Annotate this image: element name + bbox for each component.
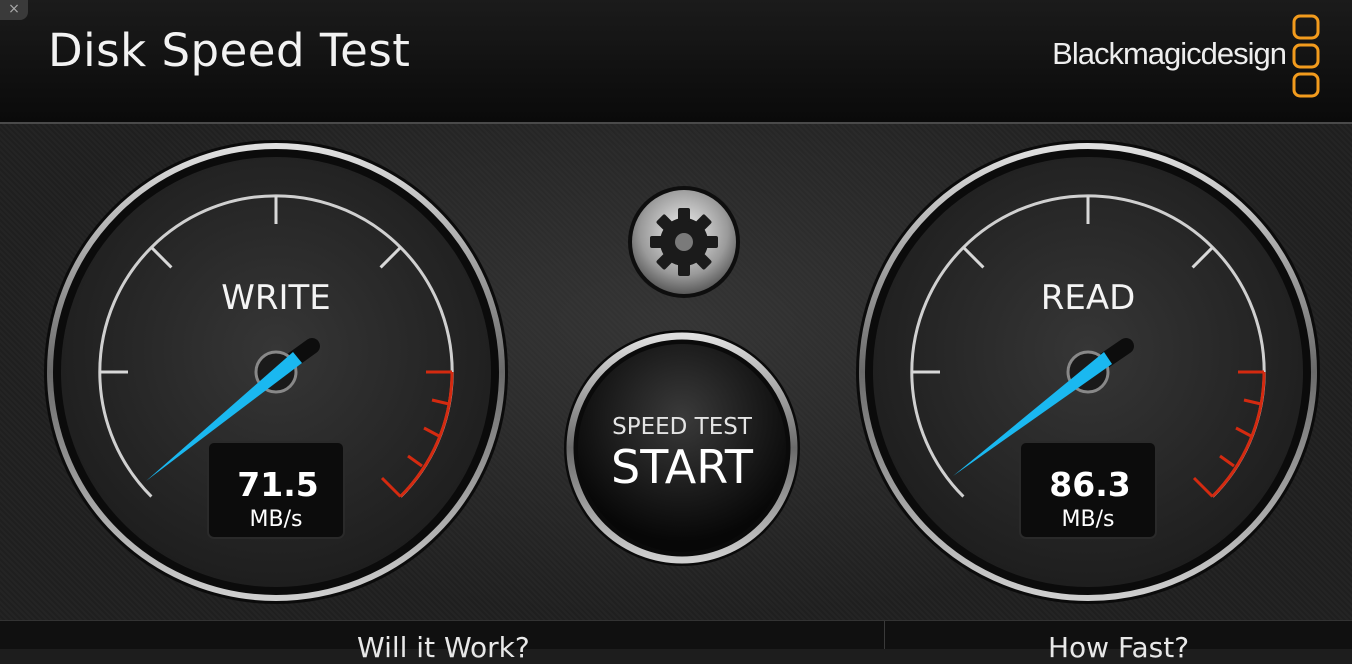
start-button-label: START xyxy=(611,440,754,494)
write-speed-value: 71.5 xyxy=(237,465,318,504)
settings-button[interactable] xyxy=(628,186,740,298)
read-speed-unit: MB/s xyxy=(1062,507,1115,532)
write-gauge-label: WRITE xyxy=(221,278,331,318)
start-button-caption: SPEED TEST xyxy=(612,414,753,440)
footer-bar: Will it Work? How Fast? xyxy=(0,620,1352,664)
footer-divider xyxy=(884,621,885,649)
read-speed-value: 86.3 xyxy=(1049,465,1130,504)
write-speed-unit: MB/s xyxy=(250,507,303,532)
read-gauge: READ 86.3 MB/s xyxy=(856,140,1320,604)
start-button[interactable]: SPEED TEST START xyxy=(564,330,800,566)
write-gauge: WRITE 71.5 MB/s xyxy=(44,140,508,604)
gauge-layer: WRITE 71.5 MB/s READ 86.3 MB/s SPEED TES… xyxy=(44,140,1320,604)
gear-icon xyxy=(650,208,718,276)
read-gauge-label: READ xyxy=(1041,278,1136,318)
